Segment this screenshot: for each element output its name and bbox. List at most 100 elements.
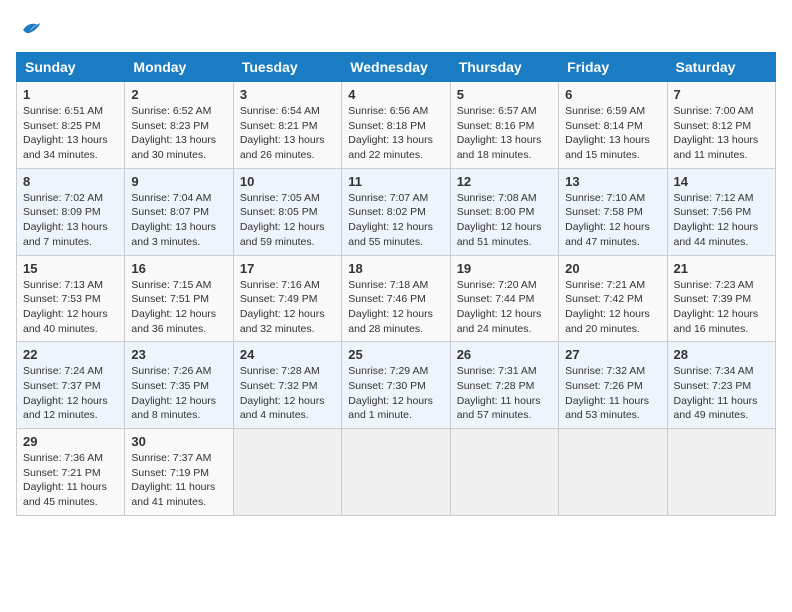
day-info: Sunrise: 6:54 AM Sunset: 8:21 PM Dayligh… — [240, 104, 335, 163]
day-cell — [233, 429, 341, 516]
day-cell: 21 Sunrise: 7:23 AM Sunset: 7:39 PM Dayli… — [667, 255, 775, 342]
day-number: 29 — [23, 434, 118, 449]
day-cell: 29 Sunrise: 7:36 AM Sunset: 7:21 PM Dayli… — [17, 429, 125, 516]
day-number: 9 — [131, 174, 226, 189]
day-info: Sunrise: 6:56 AM Sunset: 8:18 PM Dayligh… — [348, 104, 443, 163]
day-cell: 18 Sunrise: 7:18 AM Sunset: 7:46 PM Dayli… — [342, 255, 450, 342]
day-cell: 19 Sunrise: 7:20 AM Sunset: 7:44 PM Dayli… — [450, 255, 558, 342]
day-cell: 22 Sunrise: 7:24 AM Sunset: 7:37 PM Dayli… — [17, 342, 125, 429]
day-info: Sunrise: 7:05 AM Sunset: 8:05 PM Dayligh… — [240, 191, 335, 250]
day-number: 4 — [348, 87, 443, 102]
logo — [16, 16, 48, 44]
day-number: 15 — [23, 261, 118, 276]
day-cell: 1 Sunrise: 6:51 AM Sunset: 8:25 PM Daylig… — [17, 82, 125, 169]
day-info: Sunrise: 7:00 AM Sunset: 8:12 PM Dayligh… — [674, 104, 769, 163]
week-row-4: 22 Sunrise: 7:24 AM Sunset: 7:37 PM Dayli… — [17, 342, 776, 429]
day-number: 11 — [348, 174, 443, 189]
day-info: Sunrise: 7:16 AM Sunset: 7:49 PM Dayligh… — [240, 278, 335, 337]
day-info: Sunrise: 7:29 AM Sunset: 7:30 PM Dayligh… — [348, 364, 443, 423]
page-container: SundayMondayTuesdayWednesdayThursdayFrid… — [16, 16, 776, 516]
week-row-3: 15 Sunrise: 7:13 AM Sunset: 7:53 PM Dayli… — [17, 255, 776, 342]
day-info: Sunrise: 7:26 AM Sunset: 7:35 PM Dayligh… — [131, 364, 226, 423]
day-info: Sunrise: 7:21 AM Sunset: 7:42 PM Dayligh… — [565, 278, 660, 337]
day-cell: 6 Sunrise: 6:59 AM Sunset: 8:14 PM Daylig… — [559, 82, 667, 169]
day-cell — [342, 429, 450, 516]
day-info: Sunrise: 7:24 AM Sunset: 7:37 PM Dayligh… — [23, 364, 118, 423]
day-number: 23 — [131, 347, 226, 362]
day-number: 8 — [23, 174, 118, 189]
header-monday: Monday — [125, 53, 233, 82]
day-cell: 23 Sunrise: 7:26 AM Sunset: 7:35 PM Dayli… — [125, 342, 233, 429]
week-row-2: 8 Sunrise: 7:02 AM Sunset: 8:09 PM Daylig… — [17, 168, 776, 255]
day-cell: 12Sunrise: 7:08 AM Sunset: 8:00 PM Dayli… — [450, 168, 558, 255]
day-info: Sunrise: 7:31 AM Sunset: 7:28 PM Dayligh… — [457, 364, 552, 423]
day-cell: 5 Sunrise: 6:57 AM Sunset: 8:16 PM Daylig… — [450, 82, 558, 169]
day-cell: 10 Sunrise: 7:05 AM Sunset: 8:05 PM Dayli… — [233, 168, 341, 255]
logo-icon — [16, 16, 44, 44]
day-info: Sunrise: 7:02 AM Sunset: 8:09 PM Dayligh… — [23, 191, 118, 250]
day-info: Sunrise: 7:28 AM Sunset: 7:32 PM Dayligh… — [240, 364, 335, 423]
day-info: Sunrise: 6:51 AM Sunset: 8:25 PM Dayligh… — [23, 104, 118, 163]
day-info: Sunrise: 7:23 AM Sunset: 7:39 PM Dayligh… — [674, 278, 769, 337]
day-info: Sunrise: 7:36 AM Sunset: 7:21 PM Dayligh… — [23, 451, 118, 510]
day-info: Sunrise: 7:07 AM Sunset: 8:02 PM Dayligh… — [348, 191, 443, 250]
day-cell: 9 Sunrise: 7:04 AM Sunset: 8:07 PM Daylig… — [125, 168, 233, 255]
day-info: Sunrise: 6:52 AM Sunset: 8:23 PM Dayligh… — [131, 104, 226, 163]
header-tuesday: Tuesday — [233, 53, 341, 82]
day-cell: 20 Sunrise: 7:21 AM Sunset: 7:42 PM Dayli… — [559, 255, 667, 342]
header-wednesday: Wednesday — [342, 53, 450, 82]
day-number: 27 — [565, 347, 660, 362]
day-info: Sunrise: 7:20 AM Sunset: 7:44 PM Dayligh… — [457, 278, 552, 337]
day-number: 10 — [240, 174, 335, 189]
day-info: Sunrise: 7:34 AM Sunset: 7:23 PM Dayligh… — [674, 364, 769, 423]
day-number: 18 — [348, 261, 443, 276]
week-row-1: 1 Sunrise: 6:51 AM Sunset: 8:25 PM Daylig… — [17, 82, 776, 169]
day-number: 22 — [23, 347, 118, 362]
day-cell: 26 Sunrise: 7:31 AM Sunset: 7:28 PM Dayli… — [450, 342, 558, 429]
day-number: 3 — [240, 87, 335, 102]
day-cell — [667, 429, 775, 516]
day-number: 20 — [565, 261, 660, 276]
day-number: 30 — [131, 434, 226, 449]
day-info: Sunrise: 6:59 AM Sunset: 8:14 PM Dayligh… — [565, 104, 660, 163]
day-number: 2 — [131, 87, 226, 102]
day-cell: 24Sunrise: 7:28 AM Sunset: 7:32 PM Dayli… — [233, 342, 341, 429]
day-number: 21 — [674, 261, 769, 276]
day-number: 13 — [565, 174, 660, 189]
day-cell: 7Sunrise: 7:00 AM Sunset: 8:12 PM Daylig… — [667, 82, 775, 169]
day-info: Sunrise: 7:13 AM Sunset: 7:53 PM Dayligh… — [23, 278, 118, 337]
day-number: 17 — [240, 261, 335, 276]
day-number: 1 — [23, 87, 118, 102]
header-saturday: Saturday — [667, 53, 775, 82]
day-cell: 25 Sunrise: 7:29 AM Sunset: 7:30 PM Dayli… — [342, 342, 450, 429]
header-friday: Friday — [559, 53, 667, 82]
day-info: Sunrise: 7:04 AM Sunset: 8:07 PM Dayligh… — [131, 191, 226, 250]
day-cell: 2 Sunrise: 6:52 AM Sunset: 8:23 PM Daylig… — [125, 82, 233, 169]
day-info: Sunrise: 7:32 AM Sunset: 7:26 PM Dayligh… — [565, 364, 660, 423]
day-cell: 15 Sunrise: 7:13 AM Sunset: 7:53 PM Dayli… — [17, 255, 125, 342]
day-info: Sunrise: 7:08 AM Sunset: 8:00 PM Dayligh… — [457, 191, 552, 250]
header-thursday: Thursday — [450, 53, 558, 82]
day-info: Sunrise: 7:18 AM Sunset: 7:46 PM Dayligh… — [348, 278, 443, 337]
day-number: 5 — [457, 87, 552, 102]
day-cell: 4 Sunrise: 6:56 AM Sunset: 8:18 PM Daylig… — [342, 82, 450, 169]
day-cell: 14Sunrise: 7:12 AM Sunset: 7:56 PM Dayli… — [667, 168, 775, 255]
day-number: 19 — [457, 261, 552, 276]
day-number: 14 — [674, 174, 769, 189]
day-cell: 30Sunrise: 7:37 AM Sunset: 7:19 PM Dayli… — [125, 429, 233, 516]
day-cell: 13 Sunrise: 7:10 AM Sunset: 7:58 PM Dayli… — [559, 168, 667, 255]
day-cell: 11 Sunrise: 7:07 AM Sunset: 8:02 PM Dayli… — [342, 168, 450, 255]
day-info: Sunrise: 7:10 AM Sunset: 7:58 PM Dayligh… — [565, 191, 660, 250]
day-number: 16 — [131, 261, 226, 276]
day-cell — [559, 429, 667, 516]
day-info: Sunrise: 7:15 AM Sunset: 7:51 PM Dayligh… — [131, 278, 226, 337]
day-number: 25 — [348, 347, 443, 362]
day-cell: 8 Sunrise: 7:02 AM Sunset: 8:09 PM Daylig… — [17, 168, 125, 255]
calendar-header-row: SundayMondayTuesdayWednesdayThursdayFrid… — [17, 53, 776, 82]
day-number: 26 — [457, 347, 552, 362]
day-number: 6 — [565, 87, 660, 102]
day-info: Sunrise: 6:57 AM Sunset: 8:16 PM Dayligh… — [457, 104, 552, 163]
day-cell: 27 Sunrise: 7:32 AM Sunset: 7:26 PM Dayli… — [559, 342, 667, 429]
day-cell: 3 Sunrise: 6:54 AM Sunset: 8:21 PM Daylig… — [233, 82, 341, 169]
day-cell: 16 Sunrise: 7:15 AM Sunset: 7:51 PM Dayli… — [125, 255, 233, 342]
